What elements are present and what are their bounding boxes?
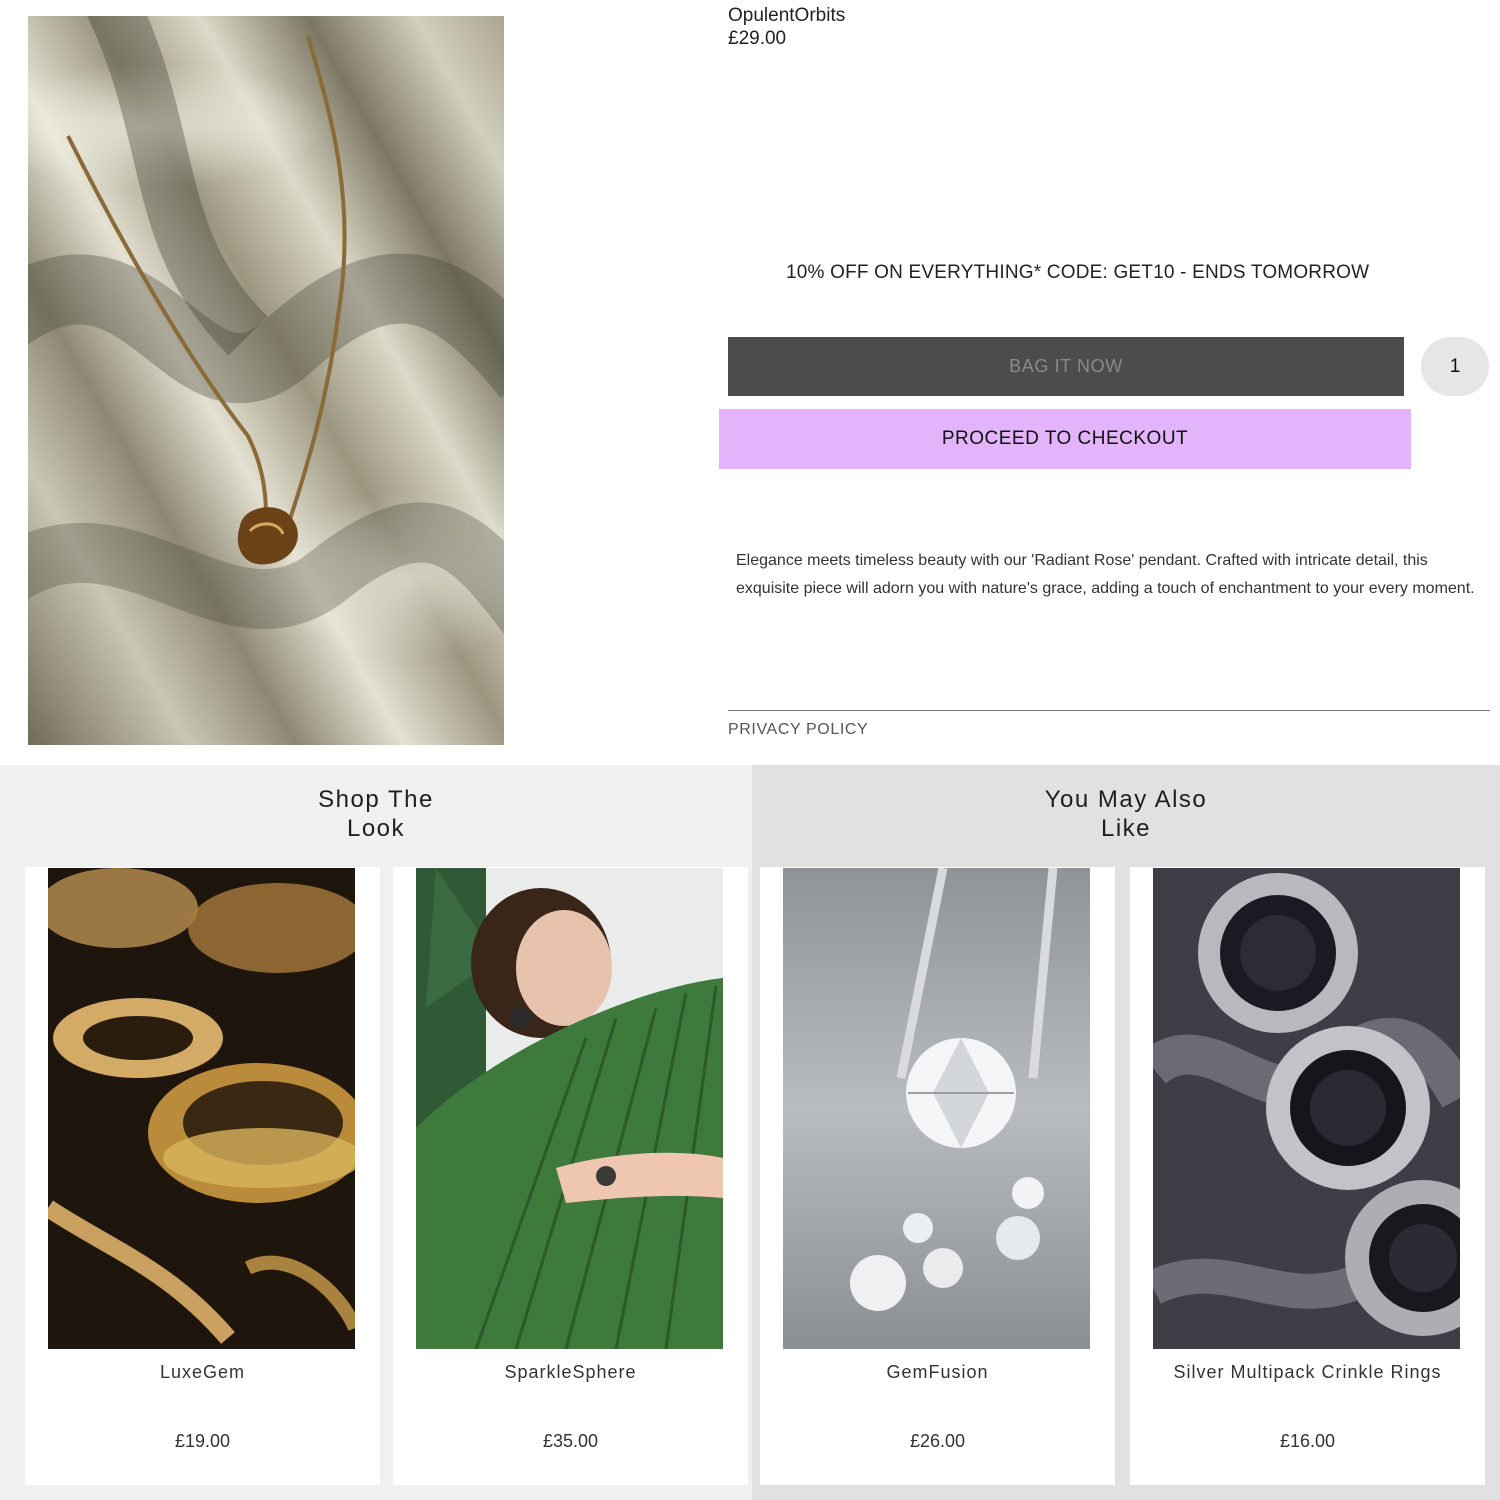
- product-image-silver-rings[interactable]: [1153, 868, 1460, 1349]
- product-price: £29.00: [728, 28, 787, 49]
- promo-banner: 10% OFF ON EVERYTHING* CODE: GET10 - END…: [786, 262, 1370, 283]
- product-image-diamond-tweezers[interactable]: [783, 868, 1090, 1349]
- product-description: Elegance meets timeless beauty with our …: [736, 552, 1475, 597]
- product-card-price: £35.00: [542, 1431, 599, 1451]
- necklace-illustration: [28, 16, 504, 635]
- product-image-necklace: [28, 16, 504, 745]
- proceed-to-checkout-button[interactable]: PROCEED TO CHECKOUT: [719, 409, 1411, 469]
- product-image-gold-rings[interactable]: [48, 868, 355, 1349]
- product-card-name[interactable]: Silver Multipack Crinkle Rings: [1130, 1362, 1485, 1383]
- product-image-model-palm-leaf[interactable]: [416, 868, 723, 1349]
- product-card-name[interactable]: GemFusion: [760, 1362, 1115, 1383]
- product-card-gemfusion[interactable]: GemFusion £26.00: [760, 867, 1115, 1485]
- product-card-price: £19.00: [174, 1431, 231, 1451]
- product-card-name[interactable]: SparkleSphere: [393, 1362, 748, 1383]
- product-name: OpulentOrbits: [728, 5, 846, 26]
- privacy-policy-link[interactable]: PRIVACY POLICY: [728, 721, 868, 739]
- product-card-name[interactable]: LuxeGem: [25, 1362, 380, 1383]
- product-card-sparklesphere[interactable]: SparkleSphere £35.00: [393, 867, 748, 1485]
- product-card-silver-multipack-crinkle-rings[interactable]: Silver Multipack Crinkle Rings £16.00: [1130, 867, 1485, 1485]
- product-card-price: £16.00: [1279, 1431, 1336, 1451]
- you-may-also-like-title: You May Also Like: [1044, 786, 1208, 842]
- divider: [728, 710, 1490, 711]
- shop-the-look-title: Shop The Look: [318, 786, 434, 842]
- product-card-price: £26.00: [909, 1431, 966, 1451]
- product-card-luxegem[interactable]: LuxeGem £19.00: [25, 867, 380, 1485]
- quantity-selector[interactable]: 1: [1421, 337, 1489, 396]
- bag-it-now-button[interactable]: BAG IT NOW: [728, 337, 1404, 396]
